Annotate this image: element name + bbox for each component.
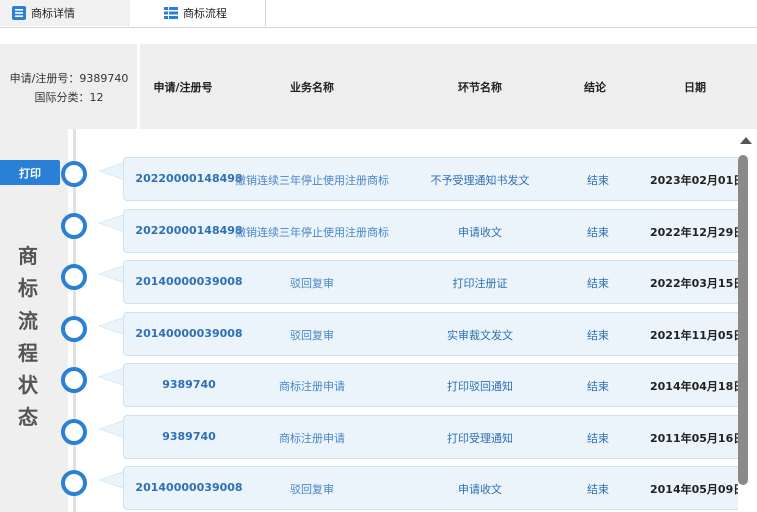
row-step: 打印注册证 — [452, 277, 508, 290]
side-title-char: 流 — [18, 309, 38, 333]
process-row: 20220000148498 撤销连续三年停止使用注册商标 申请收文 结束 20… — [123, 209, 745, 253]
row-result: 结束 — [587, 380, 609, 393]
registration-number: 申请/注册号：9389740 — [9, 72, 129, 85]
side-title-char: 标 — [18, 276, 38, 300]
timeline-node — [61, 419, 87, 445]
row-step: 打印驳回通知 — [447, 380, 513, 393]
row-step: 打印受理通知 — [447, 432, 513, 445]
print-button[interactable]: 打印 — [0, 160, 60, 185]
tab-label: 商标流程 — [183, 7, 227, 20]
grid-icon — [164, 7, 178, 19]
timeline-node — [61, 213, 87, 239]
column-header-reg-no: 申请/注册号 — [153, 81, 213, 94]
row-reg-no[interactable]: 20140000039008 — [134, 481, 244, 494]
row-date: 2022年03月15日 — [650, 277, 745, 290]
row-business: 商标注册申请 — [279, 380, 345, 393]
row-pointer — [98, 214, 124, 232]
column-header-result: 结论 — [584, 81, 606, 94]
timeline-node — [61, 316, 87, 342]
row-date: 2022年12月29日 — [650, 226, 745, 239]
tab-label: 商标详情 — [31, 7, 75, 20]
row-business: 撤销连续三年停止使用注册商标 — [235, 226, 389, 239]
column-header-business: 业务名称 — [290, 81, 334, 94]
row-business: 商标注册申请 — [279, 432, 345, 445]
process-row: 20140000039008 驳回复审 实审裁文发文 结束 2021年11月05… — [123, 312, 745, 356]
row-reg-no[interactable]: 20220000148498 — [134, 172, 244, 185]
row-date: 2021年11月05日 — [650, 329, 745, 342]
row-pointer — [98, 265, 124, 283]
scroll-up-arrow-icon[interactable] — [740, 137, 752, 144]
row-date: 2014年04月18日 — [650, 380, 745, 393]
row-step: 实审裁文发文 — [447, 329, 513, 342]
row-business: 驳回复审 — [290, 329, 334, 342]
row-date: 2011年05月16日 — [650, 432, 745, 445]
row-pointer — [98, 420, 124, 438]
row-date: 2014年05月09日 — [650, 483, 745, 496]
side-title-char: 程 — [18, 341, 38, 365]
row-pointer — [98, 471, 124, 489]
row-pointer — [98, 368, 124, 386]
timeline-node — [61, 367, 87, 393]
timeline-node — [61, 470, 87, 496]
row-result: 结束 — [587, 329, 609, 342]
process-row: 9389740 商标注册申请 打印驳回通知 结束 2014年04月18日 — [123, 363, 745, 407]
row-result: 结束 — [587, 226, 609, 239]
side-title-char: 状 — [18, 373, 38, 397]
column-header-date: 日期 — [684, 81, 706, 94]
list-icon — [12, 6, 26, 20]
side-title-char: 态 — [18, 405, 38, 429]
tab-trademark-process[interactable]: 商标流程 — [130, 0, 266, 26]
row-result: 结束 — [587, 432, 609, 445]
side-title-char: 商 — [18, 244, 38, 268]
tab-bar: 商标详情 商标流程 — [0, 0, 757, 28]
process-row: 20140000039008 驳回复审 打印注册证 结束 2022年03月15日 — [123, 260, 745, 304]
process-row: 20220000148498 撤销连续三年停止使用注册商标 不予受理通知书发文 … — [123, 157, 745, 201]
scrollbar-thumb[interactable] — [738, 155, 748, 485]
timeline-node — [61, 161, 87, 187]
international-class: 国际分类：12 — [34, 91, 104, 104]
row-step: 申请收文 — [458, 226, 502, 239]
trademark-info: 申请/注册号：9389740 国际分类：12 — [0, 44, 140, 129]
row-reg-no[interactable]: 20220000148498 — [134, 224, 244, 237]
row-business: 驳回复审 — [290, 483, 334, 496]
row-step: 不予受理通知书发文 — [430, 174, 530, 187]
row-business: 驳回复审 — [290, 277, 334, 290]
process-row: 20140000039008 驳回复审 申请收文 结束 2014年05月09日 — [123, 466, 745, 510]
row-result: 结束 — [587, 277, 609, 290]
tab-trademark-details[interactable]: 商标详情 — [0, 0, 138, 26]
row-result: 结束 — [587, 483, 609, 496]
process-row: 9389740 商标注册申请 打印受理通知 结束 2011年05月16日 — [123, 415, 745, 459]
row-reg-no[interactable]: 9389740 — [134, 430, 244, 443]
row-business: 撤销连续三年停止使用注册商标 — [235, 174, 389, 187]
row-step: 申请收文 — [458, 483, 502, 496]
row-reg-no[interactable]: 20140000039008 — [134, 275, 244, 288]
column-header-step: 环节名称 — [458, 81, 502, 94]
timeline-node — [61, 264, 87, 290]
row-result: 结束 — [587, 174, 609, 187]
row-pointer — [98, 162, 124, 180]
row-reg-no[interactable]: 9389740 — [134, 378, 244, 391]
row-pointer — [98, 317, 124, 335]
row-reg-no[interactable]: 20140000039008 — [134, 327, 244, 340]
row-date: 2023年02月01日 — [650, 174, 745, 187]
